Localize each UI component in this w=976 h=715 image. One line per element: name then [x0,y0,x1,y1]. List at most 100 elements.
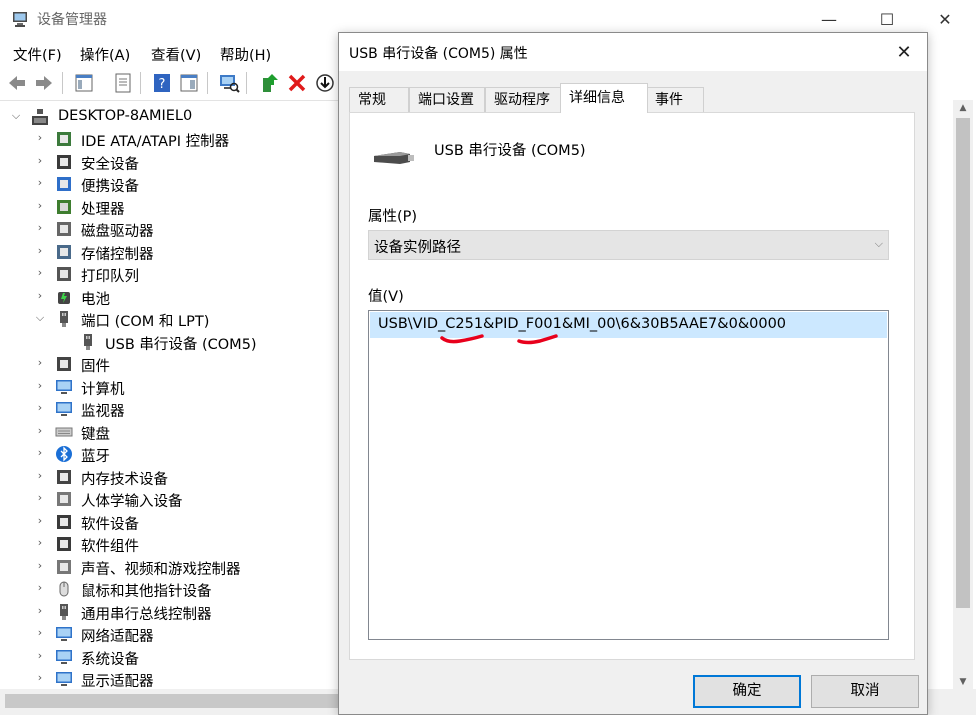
close-icon: ✕ [896,41,912,63]
tree-item[interactable]: › 通用串行总线控制器 [0,601,340,623]
tree-root[interactable]: ⌵ DESKTOP-8AMIEL0 [0,106,340,128]
menu-view[interactable]: 查看(V) [151,44,201,65]
property-label: 属性(P) [368,209,418,225]
value-text: USB\VID_C251&PID_F001&MI_00\6&30B5AAE7&0… [378,316,787,332]
chevron-right-icon[interactable]: › [34,424,46,438]
tree-item[interactable]: › 磁盘驱动器 [0,218,340,240]
chevron-right-icon[interactable]: › [34,356,46,370]
chevron-down-icon[interactable]: ⌵ [10,109,22,123]
chevron-right-icon[interactable]: › [34,581,46,595]
tree-item-label: 内存技术设备 [81,471,168,488]
chevron-right-icon[interactable]: › [34,199,46,213]
chevron-right-icon[interactable]: › [34,289,46,303]
tab-port-settings[interactable]: 端口设置 [409,87,485,112]
tree-item-label: 软件设备 [81,516,139,533]
chevron-right-icon[interactable]: › [34,671,46,685]
tree-item[interactable]: ⌵ 端口 (COM 和 LPT) [0,308,340,330]
chevron-right-icon[interactable]: › [34,649,46,663]
tree-item[interactable]: › 电池 [0,286,340,308]
chevron-right-icon[interactable]: › [34,604,46,618]
chevron-right-icon[interactable]: › [34,446,46,460]
security-device-icon [57,154,71,169]
action-pane-icon[interactable] [178,72,200,94]
tree-item[interactable]: › 鼠标和其他指针设备 [0,578,340,600]
tree-item[interactable]: › 打印队列 [0,263,340,285]
tree-item[interactable]: › 声音、视频和游戏控制器 [0,556,340,578]
tab-general[interactable]: 常规 [349,87,409,112]
tree-item[interactable]: › 软件组件 [0,533,340,555]
usb-serial-icon [84,333,92,350]
menu-file[interactable]: 文件(F) [13,44,62,65]
storage-controller-icon [57,244,71,259]
tree-item[interactable]: › 内存技术设备 [0,466,340,488]
close-icon: ✕ [938,9,952,29]
chevron-right-icon[interactable]: › [34,266,46,280]
chevron-right-icon[interactable]: › [34,401,46,415]
chevron-right-icon[interactable]: › [34,559,46,573]
cancel-button[interactable]: 取消 [811,675,919,708]
scroll-down-icon[interactable]: ▼ [953,674,973,690]
tab-driver[interactable]: 驱动程序 [485,87,565,112]
tab-details[interactable]: 详细信息 [560,83,648,113]
chevron-right-icon[interactable]: › [34,514,46,528]
usb-connector-icon [374,152,414,164]
tree-item[interactable]: › 处理器 [0,196,340,218]
chevron-right-icon[interactable]: › [34,131,46,145]
device-name: USB 串行设备 (COM5) [434,143,586,159]
tree-item[interactable]: › 计算机 [0,376,340,398]
scroll-up-icon[interactable]: ▲ [953,100,973,116]
chevron-right-icon[interactable]: › [34,176,46,190]
tree-item[interactable]: › 监视器 [0,398,340,420]
tree-item[interactable]: › 网络适配器 [0,623,340,645]
show-hide-console-tree-icon[interactable] [73,72,95,94]
tree-item-label: 通用串行总线控制器 [81,606,212,623]
chevron-right-icon[interactable]: › [34,221,46,235]
help-icon[interactable]: ? [151,72,173,94]
computer-icon [56,379,72,394]
tree-item[interactable]: › 系统设备 [0,646,340,668]
tree-item[interactable]: › 便携设备 [0,173,340,195]
value-row-selected[interactable]: USB\VID_C251&PID_F001&MI_00\6&30B5AAE7&0… [370,312,887,338]
tab-events[interactable]: 事件 [646,87,704,112]
tree-item-label: 电池 [81,291,110,308]
menu-action[interactable]: 操作(A) [80,44,130,65]
back-arrow-icon[interactable] [6,72,28,94]
tree-item[interactable]: › IDE ATA/ATAPI 控制器 [0,128,340,150]
tree-item[interactable]: › 人体学输入设备 [0,488,340,510]
tree-item[interactable]: › 键盘 [0,421,340,443]
property-dropdown[interactable]: 设备实例路径 ⌵ [368,230,889,260]
tree-item-label: 人体学输入设备 [81,494,183,510]
horizontal-scroll-thumb[interactable] [5,694,345,708]
value-list[interactable]: USB\VID_C251&PID_F001&MI_00\6&30B5AAE7&0… [368,310,889,640]
tree-item[interactable]: › 固件 [0,353,340,375]
chevron-right-icon[interactable]: › [34,469,46,483]
chevron-right-icon[interactable]: › [34,626,46,640]
forward-arrow-icon[interactable] [33,72,55,94]
menu-help[interactable]: 帮助(H) [220,44,271,65]
disable-device-icon[interactable] [314,72,336,94]
chevron-right-icon[interactable]: › [34,491,46,505]
vertical-scrollbar[interactable]: ▲ ▼ [953,100,973,690]
disk-drive-icon [57,222,71,236]
chevron-right-icon[interactable]: › [34,154,46,168]
tree-item[interactable]: › 显示适配器 [0,668,340,689]
tree-item[interactable]: › 存储控制器 [0,241,340,263]
monitor-icon [56,402,72,416]
value-label: 值(V) [368,289,404,305]
chevron-down-icon[interactable]: ⌵ [34,311,46,325]
chevron-right-icon[interactable]: › [34,244,46,258]
tree-item[interactable]: USB 串行设备 (COM5) [0,331,340,353]
svg-text:?: ? [159,77,166,92]
tree-item[interactable]: › 蓝牙 [0,443,340,465]
tree-item[interactable]: › 安全设备 [0,151,340,173]
vertical-scroll-thumb[interactable] [956,118,970,608]
dialog-close-button[interactable]: ✕ [881,33,927,71]
chevron-right-icon[interactable]: › [34,536,46,550]
uninstall-icon[interactable] [286,72,308,94]
scan-hardware-icon[interactable] [218,72,240,94]
update-driver-icon[interactable] [258,72,280,94]
properties-icon[interactable] [112,72,134,94]
ok-button[interactable]: 确定 [693,675,801,708]
chevron-right-icon[interactable]: › [34,379,46,393]
tree-item[interactable]: › 软件设备 [0,511,340,533]
